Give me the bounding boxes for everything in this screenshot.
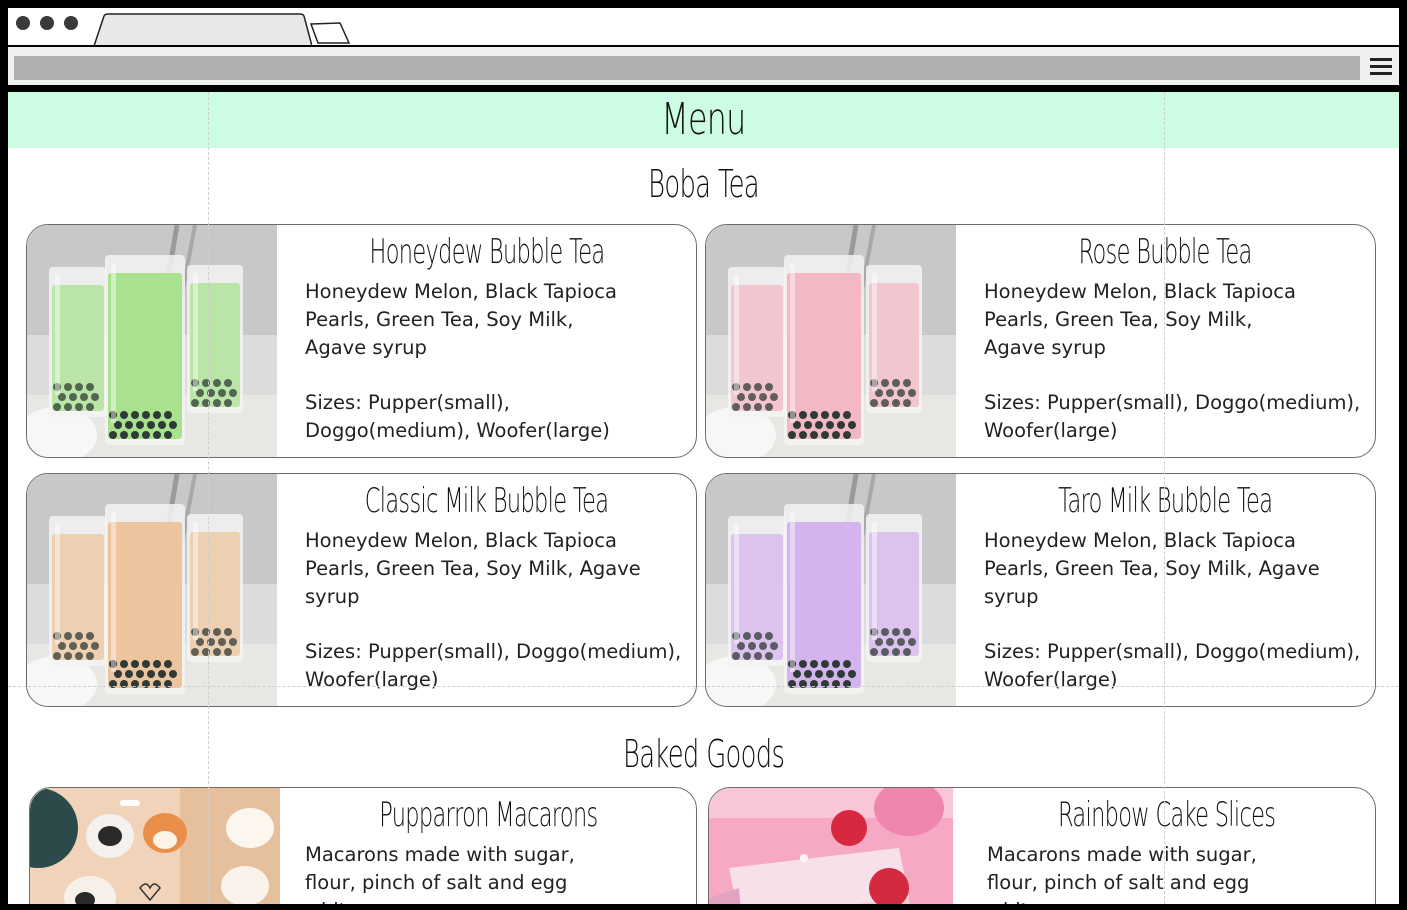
- sizes-text: Sizes: Pupper(small), Doggo(medium), Woo…: [305, 640, 682, 691]
- ingredients-text: Honeydew Melon, Black Tapioca Pearls, Gr…: [984, 280, 1296, 359]
- sizes-text: Sizes: Pupper(small), Doggo(medium), Woo…: [984, 391, 1361, 442]
- menu-header: Menu: [8, 92, 1399, 148]
- item-description: Macarons made with sugar, flour, pinch o…: [305, 841, 686, 904]
- browser-window: Menu Boba Tea Honeydew Bubble Tea Honeyd…: [0, 0, 1407, 910]
- item-name: Classic Milk Bubble Tea: [364, 481, 609, 521]
- item-name: Rose Bubble Tea: [1078, 232, 1253, 272]
- section-title-text: Boba Tea: [648, 162, 760, 206]
- section-title-text: Baked Goods: [622, 732, 785, 776]
- drink-photo: [27, 225, 277, 457]
- menu-card-rose[interactable]: Rose Bubble Tea Honeydew Melon, Black Ta…: [705, 224, 1376, 458]
- menu-card-macarons[interactable]: Pupparron Macarons Macarons made with su…: [29, 787, 697, 904]
- item-description: Honeydew Melon, Black Tapioca Pearls, Gr…: [305, 527, 686, 694]
- ingredients-text: Macarons made with sugar, flour, pinch o…: [305, 843, 575, 904]
- ingredients-text: Macarons made with sugar, flour, pinch o…: [987, 843, 1257, 904]
- menu-card-classic-milk[interactable]: Classic Milk Bubble Tea Honeydew Melon, …: [26, 473, 697, 707]
- item-name: Taro Milk Bubble Tea: [1058, 481, 1273, 521]
- new-tab-button[interactable]: [310, 21, 352, 45]
- sizes-text: Sizes: Pupper(small), Doggo(medium), Woo…: [984, 640, 1361, 691]
- item-description: Honeydew Melon, Black Tapioca Pearls, Gr…: [305, 278, 686, 445]
- item-name: Pupparron Macarons: [378, 795, 598, 835]
- page-viewport: Menu Boba Tea Honeydew Bubble Tea Honeyd…: [8, 92, 1399, 904]
- window-control-maximize[interactable]: [64, 16, 78, 30]
- section-title-baked-goods: Baked Goods: [8, 732, 1399, 776]
- ingredients-text: Honeydew Melon, Black Tapioca Pearls, Gr…: [305, 529, 641, 608]
- address-bar[interactable]: [14, 56, 1360, 80]
- macaron-photo: [30, 788, 280, 904]
- drink-photo: [27, 474, 277, 706]
- browser-tab-active[interactable]: [92, 8, 312, 46]
- window-control-close[interactable]: [16, 16, 30, 30]
- section-title-boba-tea: Boba Tea: [8, 162, 1399, 206]
- menu-card-honeydew[interactable]: Honeydew Bubble Tea Honeydew Melon, Blac…: [26, 224, 697, 458]
- item-description: Honeydew Melon, Black Tapioca Pearls, Gr…: [984, 278, 1365, 445]
- menu-card-rainbow-cake[interactable]: Rainbow Cake Slices Macarons made with s…: [708, 787, 1376, 904]
- hamburger-menu-icon[interactable]: [1370, 58, 1392, 78]
- item-name: Rainbow Cake Slices: [1058, 795, 1276, 835]
- item-name: Honeydew Bubble Tea: [369, 232, 605, 272]
- menu-card-taro-milk[interactable]: Taro Milk Bubble Tea Honeydew Melon, Bla…: [705, 473, 1376, 707]
- window-control-minimize[interactable]: [40, 16, 54, 30]
- item-description: Macarons made with sugar, flour, pinch o…: [987, 841, 1365, 904]
- drink-photo: [706, 474, 956, 706]
- drink-photo: [706, 225, 956, 457]
- cake-photo: [709, 788, 953, 904]
- sizes-text: Sizes: Pupper(small), Doggo(medium), Woo…: [305, 391, 610, 442]
- item-description: Honeydew Melon, Black Tapioca Pearls, Gr…: [984, 527, 1365, 694]
- ingredients-text: Honeydew Melon, Black Tapioca Pearls, Gr…: [305, 280, 617, 359]
- page-title: Menu: [661, 94, 746, 145]
- ingredients-text: Honeydew Melon, Black Tapioca Pearls, Gr…: [984, 529, 1320, 608]
